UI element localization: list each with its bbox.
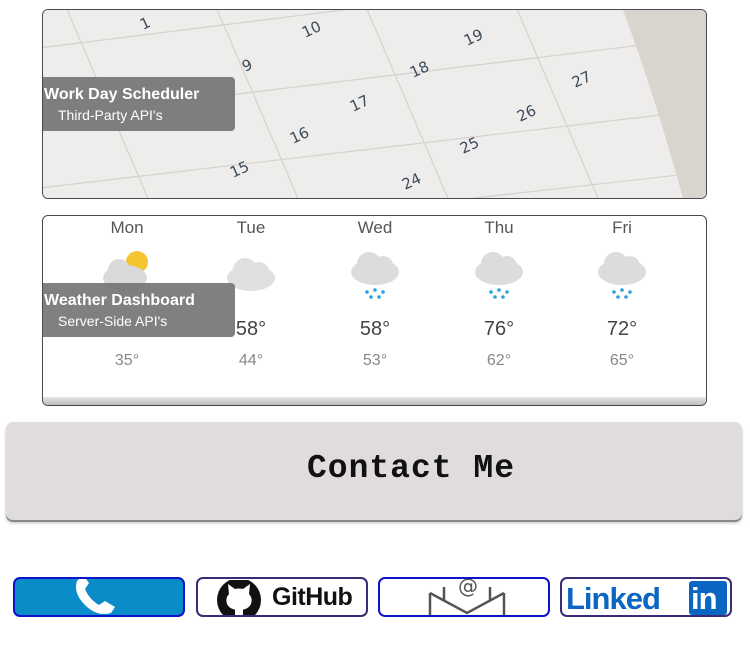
snow-icon [351,252,399,299]
project-card-scheduler[interactable]: 1 10 19 9 18 27 17 26 16 25 15 24 Work D… [42,9,707,199]
project-title: Work Day Scheduler [44,86,200,103]
contact-me-label: Contact Me [306,450,516,487]
linkedin-link[interactable]: Linked in [560,577,732,617]
project-card-weather[interactable]: Mon 35° Tue 58° 44° Wed 58° 53° Thu 76° … [42,215,707,406]
project-caption: Weather Dashboard Server-Side API's [43,283,235,337]
forecast-day-label: Mon [110,218,144,237]
forecast-low: 53° [362,352,388,369]
github-icon [217,580,261,615]
forecast-day-label: Fri [612,218,632,237]
forecast-low: 62° [486,352,512,369]
email-icon: @ [428,579,506,615]
forecast-bottom-bar [43,397,706,405]
forecast-high: 58° [359,318,391,340]
snow-icon [598,252,646,299]
contact-me-button[interactable]: Contact Me [6,422,742,520]
project-subtitle: Server-Side API's [58,313,168,329]
forecast-low: 35° [114,352,140,369]
phone-link[interactable] [13,577,185,617]
github-link[interactable]: GitHub [196,577,368,617]
linkedin-label: Linked [566,581,661,616]
forecast-day-label: Tue [236,218,266,237]
project-title: Weather Dashboard [44,292,195,309]
linkedin-badge: in [691,581,718,616]
forecast-low: 44° [238,352,264,369]
forecast-high: 72° [606,318,638,340]
project-subtitle: Third-Party API's [58,107,163,123]
forecast-day-label: Thu [484,218,514,237]
forecast-day-label: Wed [357,218,393,237]
svg-text:@: @ [458,579,478,598]
forecast-low: 65° [609,352,635,369]
email-link[interactable]: @ [378,577,550,617]
project-caption: Work Day Scheduler Third-Party API's [43,77,235,131]
snow-icon [475,252,523,299]
github-label: GitHub [272,583,353,611]
phone-icon [76,579,115,614]
forecast-high: 76° [483,318,515,340]
